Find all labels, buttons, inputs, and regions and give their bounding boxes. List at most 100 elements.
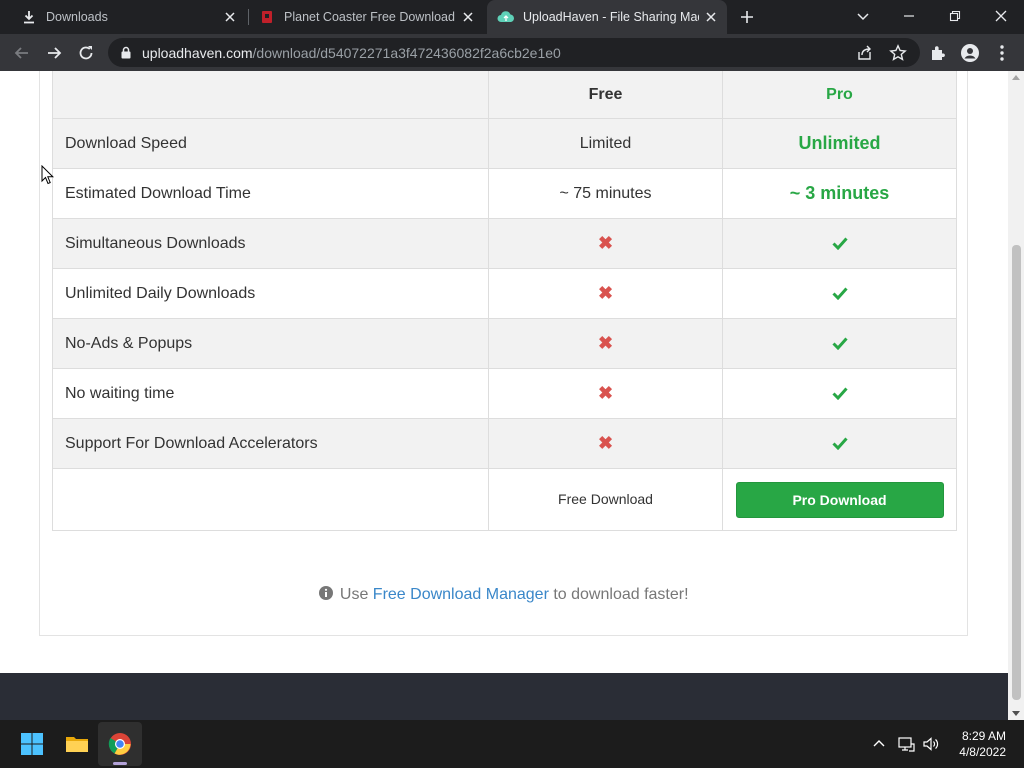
check-icon <box>831 437 848 451</box>
close-icon[interactable] <box>460 9 476 25</box>
share-icon[interactable] <box>856 44 874 62</box>
feature-label: Estimated Download Time <box>52 168 489 219</box>
tab-divider <box>248 9 249 25</box>
feature-label: Simultaneous Downloads <box>52 218 489 269</box>
feature-label: No waiting time <box>52 368 489 419</box>
feature-label: Support For Download Accelerators <box>52 418 489 469</box>
volume-icon[interactable] <box>922 735 940 753</box>
new-tab-icon[interactable] <box>738 8 756 26</box>
free-cell: ✖ <box>488 268 723 319</box>
scroll-up-arrow-icon[interactable] <box>1012 75 1020 80</box>
tab-title: Planet Coaster Free Download (v <box>284 10 456 24</box>
browser-tab-strip: Downloads Planet Coaster Free Download (… <box>0 0 1024 34</box>
forward-icon[interactable] <box>44 43 64 63</box>
table-header-row: Free Pro <box>52 71 957 119</box>
download-tip: Use Free Download Manager to download fa… <box>0 586 1008 604</box>
tab-uploadhaven[interactable]: UploadHaven - File Sharing Mad <box>487 0 727 34</box>
check-icon <box>831 287 848 301</box>
pro-download-button[interactable]: Pro Download <box>735 481 944 518</box>
pro-cell <box>722 318 957 369</box>
table-row: Download Speed Limited Unlimited <box>52 118 957 169</box>
minimize-icon[interactable] <box>899 6 919 26</box>
tab-title: Downloads <box>46 10 108 24</box>
tab-search-chevron-icon[interactable] <box>853 6 873 26</box>
pro-cell <box>722 268 957 319</box>
bookmark-star-icon[interactable] <box>889 44 907 62</box>
feature-label: Unlimited Daily Downloads <box>52 268 489 319</box>
check-icon <box>831 337 848 351</box>
file-explorer-icon[interactable] <box>65 732 89 756</box>
empty-cell <box>52 468 489 531</box>
tip-prefix: Use <box>339 586 369 603</box>
cross-icon: ✖ <box>597 433 614 453</box>
cross-icon: ✖ <box>597 233 614 253</box>
windows-start-icon[interactable] <box>20 732 44 756</box>
chevron-up-icon[interactable] <box>870 735 888 753</box>
free-cell: ✖ <box>488 318 723 369</box>
close-icon[interactable] <box>222 9 238 25</box>
free-cell: ✖ <box>488 368 723 419</box>
page-scrollbar[interactable] <box>1008 71 1024 720</box>
info-icon <box>319 586 334 600</box>
clock-date: 4/8/2022 <box>959 745 1006 759</box>
mouse-pointer-icon <box>41 165 55 185</box>
free-cell: ✖ <box>488 218 723 269</box>
check-icon <box>831 237 848 251</box>
tab-title: UploadHaven - File Sharing Mad <box>523 10 699 24</box>
page-footer <box>0 673 1008 720</box>
back-icon[interactable] <box>12 43 32 63</box>
pro-value: ~ 3 minutes <box>722 168 957 219</box>
table-row: No-Ads & Popups ✖ <box>52 318 957 369</box>
free-download-cell: Free Download <box>488 468 723 531</box>
table-row: Estimated Download Time ~ 75 minutes ~ 3… <box>52 168 957 219</box>
tab-downloads[interactable]: Downloads <box>12 0 246 34</box>
lock-icon[interactable] <box>120 46 132 59</box>
url-host: uploadhaven.com <box>142 45 253 61</box>
tip-suffix: to download faster! <box>553 586 689 603</box>
download-actions-row: Free Download Pro Download <box>52 468 957 531</box>
free-column-header: Free <box>488 71 723 119</box>
table-row: Unlimited Daily Downloads ✖ <box>52 268 957 319</box>
game-favicon <box>262 11 272 23</box>
table-row: No waiting time ✖ <box>52 368 957 419</box>
menu-kebab-icon[interactable] <box>992 43 1012 63</box>
cross-icon: ✖ <box>597 283 614 303</box>
active-app-indicator <box>113 762 127 765</box>
table-row: Support For Download Accelerators ✖ <box>52 418 957 469</box>
free-cell: ✖ <box>488 418 723 469</box>
pro-column-header: Pro <box>722 71 957 119</box>
pro-cell <box>722 218 957 269</box>
network-icon[interactable] <box>897 735 915 753</box>
page-content: Free Pro Download Speed Limited Unlimite… <box>0 71 1008 720</box>
download-icon <box>24 11 34 24</box>
pro-cell <box>722 418 957 469</box>
scrollbar-thumb[interactable] <box>1012 245 1021 700</box>
feature-label: No-Ads & Popups <box>52 318 489 369</box>
url-path: /download/d54072271a3f472436082f2a6cb2e1… <box>252 45 561 61</box>
close-window-icon[interactable] <box>991 6 1011 26</box>
check-icon <box>831 387 848 401</box>
free-value: ~ 75 minutes <box>488 168 723 219</box>
pro-cell <box>722 368 957 419</box>
cross-icon: ✖ <box>597 383 614 403</box>
reload-icon[interactable] <box>76 43 96 63</box>
free-download-link[interactable]: Free Download <box>558 491 653 507</box>
chrome-icon[interactable] <box>108 732 132 756</box>
pro-value: Unlimited <box>722 118 957 169</box>
cloud-favicon <box>497 11 514 22</box>
restore-icon[interactable] <box>945 6 965 26</box>
address-bar[interactable]: uploadhaven.com/download/d54072271a3f472… <box>108 38 920 67</box>
browser-toolbar: uploadhaven.com/download/d54072271a3f472… <box>0 34 1024 71</box>
free-value: Limited <box>488 118 723 169</box>
tab-planet-coaster[interactable]: Planet Coaster Free Download (v <box>250 0 484 34</box>
url-text: uploadhaven.com/download/d54072271a3f472… <box>142 45 561 61</box>
taskbar-clock[interactable]: 8:29 AM 4/8/2022 <box>959 728 1006 760</box>
profile-avatar-icon[interactable] <box>960 43 980 63</box>
close-icon[interactable] <box>703 9 719 25</box>
scroll-down-arrow-icon[interactable] <box>1012 711 1020 716</box>
clock-time: 8:29 AM <box>961 729 1006 743</box>
extensions-puzzle-icon[interactable] <box>928 43 948 63</box>
free-download-manager-link[interactable]: Free Download Manager <box>373 586 549 603</box>
feature-label: Download Speed <box>52 118 489 169</box>
cross-icon: ✖ <box>597 333 614 353</box>
